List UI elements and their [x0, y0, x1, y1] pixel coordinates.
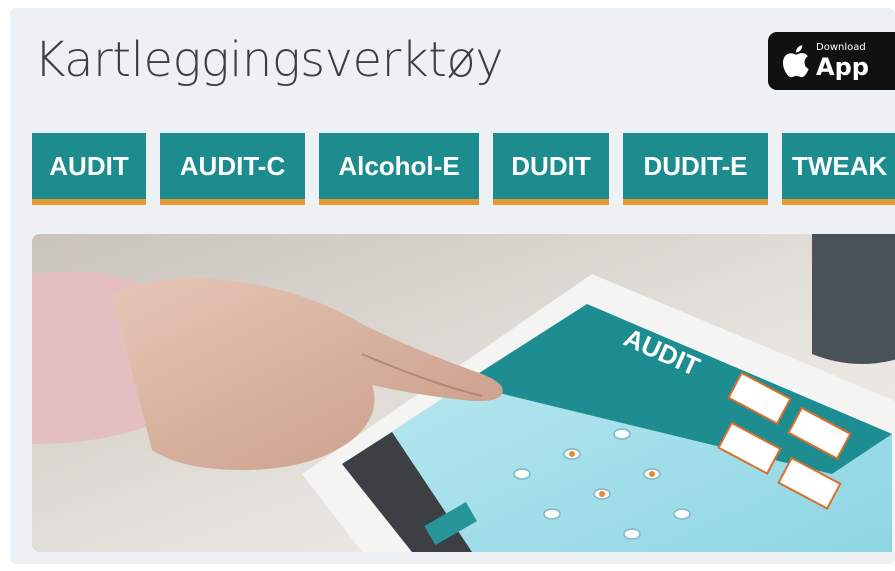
- tab-dudit-e[interactable]: DUDIT-E: [623, 133, 768, 205]
- tab-tweak[interactable]: TWEAK: [782, 133, 895, 205]
- tab-audit[interactable]: AUDIT: [32, 133, 146, 205]
- hero-image: AUDIT: [32, 234, 895, 552]
- tab-audit-c[interactable]: AUDIT-C: [160, 133, 305, 205]
- content-card: Kartleggingsverktøy Download App AUDIT A…: [10, 8, 895, 564]
- app-store-badge[interactable]: Download App: [768, 32, 895, 90]
- tab-dudit[interactable]: DUDIT: [493, 133, 609, 205]
- apple-icon: [782, 45, 809, 78]
- tab-alcohol-e[interactable]: Alcohol-E: [319, 133, 479, 205]
- tablet-photo: AUDIT: [32, 234, 895, 552]
- app-store-line2: App: [816, 53, 869, 81]
- page-title: Kartleggingsverktøy: [34, 32, 504, 88]
